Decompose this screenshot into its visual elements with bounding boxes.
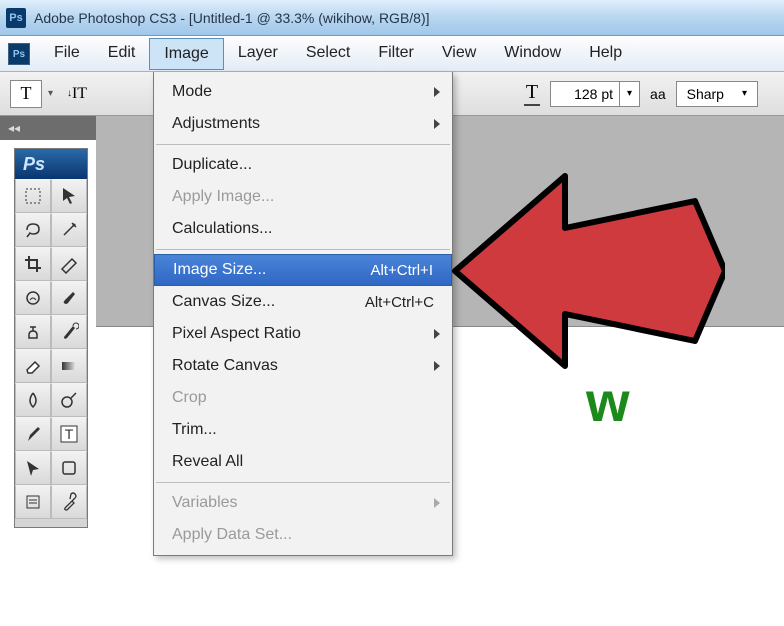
antialias-value: Sharp: [687, 86, 724, 102]
clone-stamp-icon[interactable]: [15, 315, 51, 349]
panel-collapse-tab[interactable]: ◂◂: [0, 116, 96, 140]
history-brush-icon[interactable]: [51, 315, 87, 349]
menu-window[interactable]: Window: [490, 38, 575, 70]
active-tool-thumb[interactable]: T: [10, 80, 42, 108]
shape-icon[interactable]: [51, 451, 87, 485]
path-selection-icon[interactable]: [15, 451, 51, 485]
eraser-icon[interactable]: [15, 349, 51, 383]
tool-panel: Ps T: [14, 148, 88, 528]
font-size-icon: T: [524, 81, 540, 106]
slice-icon[interactable]: [51, 247, 87, 281]
menu-item-apply-image: Apply Image...: [154, 181, 452, 213]
antialias-label: aa: [650, 86, 666, 102]
image-menu-dropdown: Mode Adjustments Duplicate... Apply Image..…: [153, 72, 453, 556]
brush-icon[interactable]: [51, 281, 87, 315]
marquee-icon[interactable]: [15, 179, 51, 213]
svg-text:T: T: [65, 426, 74, 442]
menu-separator: [156, 144, 450, 145]
type-icon[interactable]: T: [51, 417, 87, 451]
dodge-icon[interactable]: [51, 383, 87, 417]
menu-item-crop: Crop: [154, 382, 452, 414]
menu-item-pixel-aspect-ratio[interactable]: Pixel Aspect Ratio: [154, 318, 452, 350]
menu-item-label: Canvas Size...: [172, 293, 275, 311]
menu-item-label: Duplicate...: [172, 156, 252, 174]
menu-bar: Ps FileEditImageLayerSelectFilterViewWin…: [0, 36, 784, 72]
menu-item-mode[interactable]: Mode: [154, 76, 452, 108]
menu-item-trim[interactable]: Trim...: [154, 414, 452, 446]
menu-item-label: Apply Image...: [172, 188, 274, 206]
notes-icon[interactable]: [15, 485, 51, 519]
menu-item-label: Variables: [172, 494, 238, 512]
menu-item-duplicate[interactable]: Duplicate...: [154, 149, 452, 181]
crop-icon[interactable]: [15, 247, 51, 281]
menu-item-label: Image Size...: [173, 261, 266, 279]
menu-item-label: Rotate Canvas: [172, 357, 278, 375]
menu-select[interactable]: Select: [292, 38, 364, 70]
window-title: Adobe Photoshop CS3 - [Untitled-1 @ 33.3…: [34, 10, 430, 26]
title-bar: Ps Adobe Photoshop CS3 - [Untitled-1 @ 3…: [0, 0, 784, 36]
menu-item-label: Apply Data Set...: [172, 526, 292, 544]
menu-item-label: Pixel Aspect Ratio: [172, 325, 301, 343]
menu-item-label: Mode: [172, 83, 212, 101]
menu-item-adjustments[interactable]: Adjustments: [154, 108, 452, 140]
menu-image[interactable]: Image: [149, 38, 223, 70]
menu-item-label: Calculations...: [172, 220, 273, 238]
magic-wand-icon[interactable]: [51, 213, 87, 247]
menu-layer[interactable]: Layer: [224, 38, 292, 70]
collapse-icon: ◂◂: [8, 121, 20, 135]
menu-help[interactable]: Help: [575, 38, 636, 70]
menu-item-apply-data-set: Apply Data Set...: [154, 519, 452, 551]
tool-preset-caret-icon[interactable]: ▾: [48, 88, 53, 99]
callout-arrow-icon: [445, 166, 725, 376]
lasso-icon[interactable]: [15, 213, 51, 247]
menu-item-label: Trim...: [172, 421, 217, 439]
menu-item-reveal-all[interactable]: Reveal All: [154, 446, 452, 478]
menu-separator: [156, 482, 450, 483]
menu-item-calculations[interactable]: Calculations...: [154, 213, 452, 245]
pen-icon[interactable]: [15, 417, 51, 451]
menu-item-label: Reveal All: [172, 453, 243, 471]
tool-panel-header[interactable]: Ps: [15, 149, 87, 179]
menu-item-variables: Variables: [154, 487, 452, 519]
menu-item-label: Crop: [172, 389, 207, 407]
font-size-caret-icon[interactable]: ▾: [619, 82, 639, 106]
menu-item-image-size[interactable]: Image Size... Alt+Ctrl+I: [154, 254, 452, 286]
menu-item-canvas-size[interactable]: Canvas Size... Alt+Ctrl+C: [154, 286, 452, 318]
menu-file[interactable]: File: [40, 38, 94, 70]
blur-icon[interactable]: [15, 383, 51, 417]
menu-separator: [156, 249, 450, 250]
font-size-field[interactable]: ▾: [550, 81, 640, 107]
font-size-input[interactable]: [551, 86, 619, 102]
eyedropper-icon[interactable]: [51, 485, 87, 519]
antialias-dropdown[interactable]: Sharp ▾: [676, 81, 758, 107]
move-icon[interactable]: [51, 179, 87, 213]
menu-logo-icon[interactable]: Ps: [8, 43, 30, 65]
app-logo-icon: Ps: [6, 8, 26, 28]
healing-brush-icon[interactable]: [15, 281, 51, 315]
menu-item-shortcut: Alt+Ctrl+C: [365, 294, 434, 311]
menu-item-label: Adjustments: [172, 115, 260, 133]
menu-edit[interactable]: Edit: [94, 38, 150, 70]
menu-filter[interactable]: Filter: [364, 38, 428, 70]
arrow-shape: [455, 176, 725, 366]
menu-view[interactable]: View: [428, 38, 490, 70]
menu-item-rotate-canvas[interactable]: Rotate Canvas: [154, 350, 452, 382]
gradient-icon[interactable]: [51, 349, 87, 383]
menu-item-shortcut: Alt+Ctrl+I: [370, 262, 433, 279]
document-text-layer: w: [586, 369, 630, 434]
text-orientation-button[interactable]: ↓IT: [65, 82, 89, 106]
antialias-caret-icon[interactable]: ▾: [742, 88, 747, 99]
